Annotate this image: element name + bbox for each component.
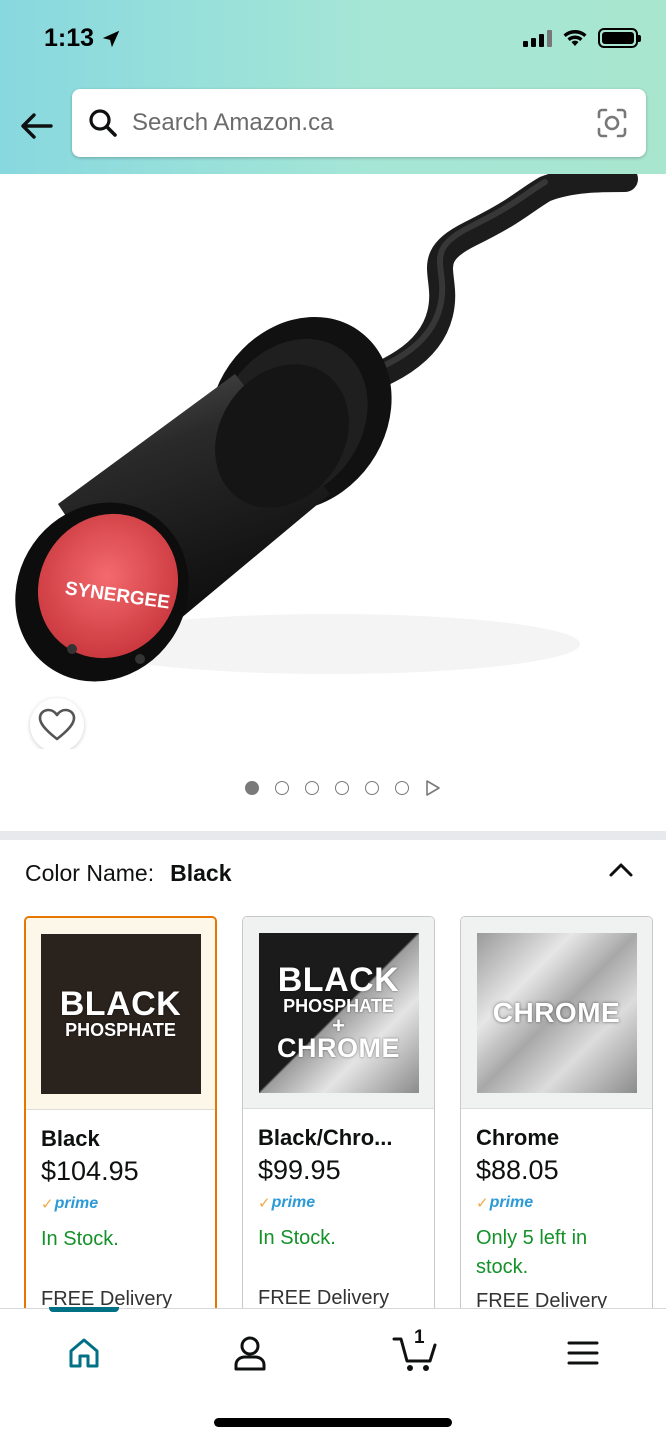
swatch-chrome: CHROME [476, 932, 637, 1093]
swatch-text: PHOSPHATE [65, 1020, 176, 1041]
nav-menu[interactable] [543, 1325, 623, 1381]
stock-status: Only 5 left in stock. [476, 1227, 588, 1278]
curl-bar-image: SYNERGEE [15, 174, 638, 682]
image-pagination [0, 779, 666, 797]
swatch-thumbnail: BLACK PHOSPHATE + CHROME [243, 917, 434, 1109]
nav-cart[interactable]: 1 [376, 1325, 456, 1381]
option-price: $104.95 [41, 1156, 139, 1186]
prime-badge: ✓ prime [476, 1194, 637, 1212]
pagination-dot[interactable] [305, 781, 319, 795]
stock-status: In Stock. [41, 1228, 119, 1250]
prime-badge: ✓ prime [258, 1194, 419, 1212]
option-price: $88.05 [476, 1155, 559, 1185]
search-icon [89, 109, 117, 137]
stock-status: In Stock. [258, 1227, 336, 1249]
menu-icon [567, 1341, 599, 1365]
chevron-up-icon [609, 863, 633, 877]
pagination-dot[interactable] [275, 781, 289, 795]
video-play-icon[interactable] [425, 779, 441, 797]
active-tab-indicator [49, 1307, 119, 1312]
option-name: Black/Chro... [258, 1125, 393, 1150]
wifi-icon [563, 30, 587, 46]
home-indicator [214, 1418, 452, 1427]
battery-icon [598, 28, 641, 48]
prime-text: prime [489, 1194, 534, 1211]
back-arrow-icon [21, 113, 53, 139]
header: 1:13 [0, 0, 666, 174]
cellular-signal-icon [523, 29, 552, 47]
status-time: 1:13 [44, 24, 122, 53]
prime-text: prime [271, 1194, 316, 1211]
pagination-dot[interactable] [365, 781, 379, 795]
nav-account[interactable] [210, 1325, 290, 1381]
cart-count-badge: 1 [414, 1327, 425, 1348]
wishlist-button[interactable] [30, 698, 84, 749]
color-selector-label: Color Name: Black [25, 860, 231, 887]
section-divider [0, 831, 666, 840]
swatch-text: BLACK [277, 960, 400, 999]
home-icon [69, 1338, 99, 1368]
prime-check-icon: ✓ [258, 1195, 271, 1212]
camera-search-button[interactable] [594, 105, 630, 141]
selected-color-value: Black [170, 860, 232, 886]
color-option-chrome[interactable]: CHROME Chrome $88.05 ✓ prime Only 5 left … [460, 916, 653, 1336]
option-name: Chrome [476, 1125, 560, 1150]
pagination-dot[interactable] [335, 781, 349, 795]
option-price: $99.95 [258, 1155, 341, 1185]
account-icon [234, 1336, 266, 1371]
swatch-black-phosphate-chrome: BLACK PHOSPHATE + CHROME [258, 932, 419, 1093]
search-bar[interactable] [72, 89, 646, 157]
prime-check-icon: ✓ [476, 1195, 489, 1212]
status-icons [523, 28, 641, 48]
location-arrow-icon [102, 30, 120, 47]
heart-icon [38, 708, 76, 741]
search-input[interactable] [132, 109, 594, 137]
color-name-label: Color Name: [25, 860, 155, 886]
delivery-info: FREE Delivery [258, 1287, 390, 1309]
back-button[interactable] [14, 104, 58, 148]
nav-home[interactable] [44, 1325, 124, 1381]
option-name: Black [41, 1126, 100, 1151]
status-time-text: 1:13 [44, 24, 95, 52]
swatch-thumbnail: BLACK PHOSPHATE [26, 918, 215, 1110]
swatch-text: BLACK [59, 985, 182, 1024]
color-options: BLACK PHOSPHATE Black $104.95 ✓ prime In … [24, 916, 653, 1336]
prime-text: prime [54, 1195, 99, 1212]
pagination-dot[interactable] [395, 781, 409, 795]
prime-badge: ✓ prime [41, 1195, 200, 1213]
camera-scan-icon [597, 108, 627, 138]
swatch-text: CHROME [492, 996, 621, 1028]
swatch-black-phosphate: BLACK PHOSPHATE [40, 933, 201, 1094]
swatch-thumbnail: CHROME [461, 917, 652, 1109]
color-option-black-chrome[interactable]: BLACK PHOSPHATE + CHROME Black/Chro... $… [242, 916, 435, 1336]
product-image-carousel[interactable]: SYNERGEE [0, 174, 666, 749]
prime-check-icon: ✓ [41, 1196, 54, 1213]
swatch-text: CHROME [277, 1033, 400, 1064]
color-option-black[interactable]: BLACK PHOSPHATE Black $104.95 ✓ prime In … [24, 916, 217, 1336]
collapse-button[interactable] [604, 856, 638, 884]
pagination-dot[interactable] [245, 781, 259, 795]
